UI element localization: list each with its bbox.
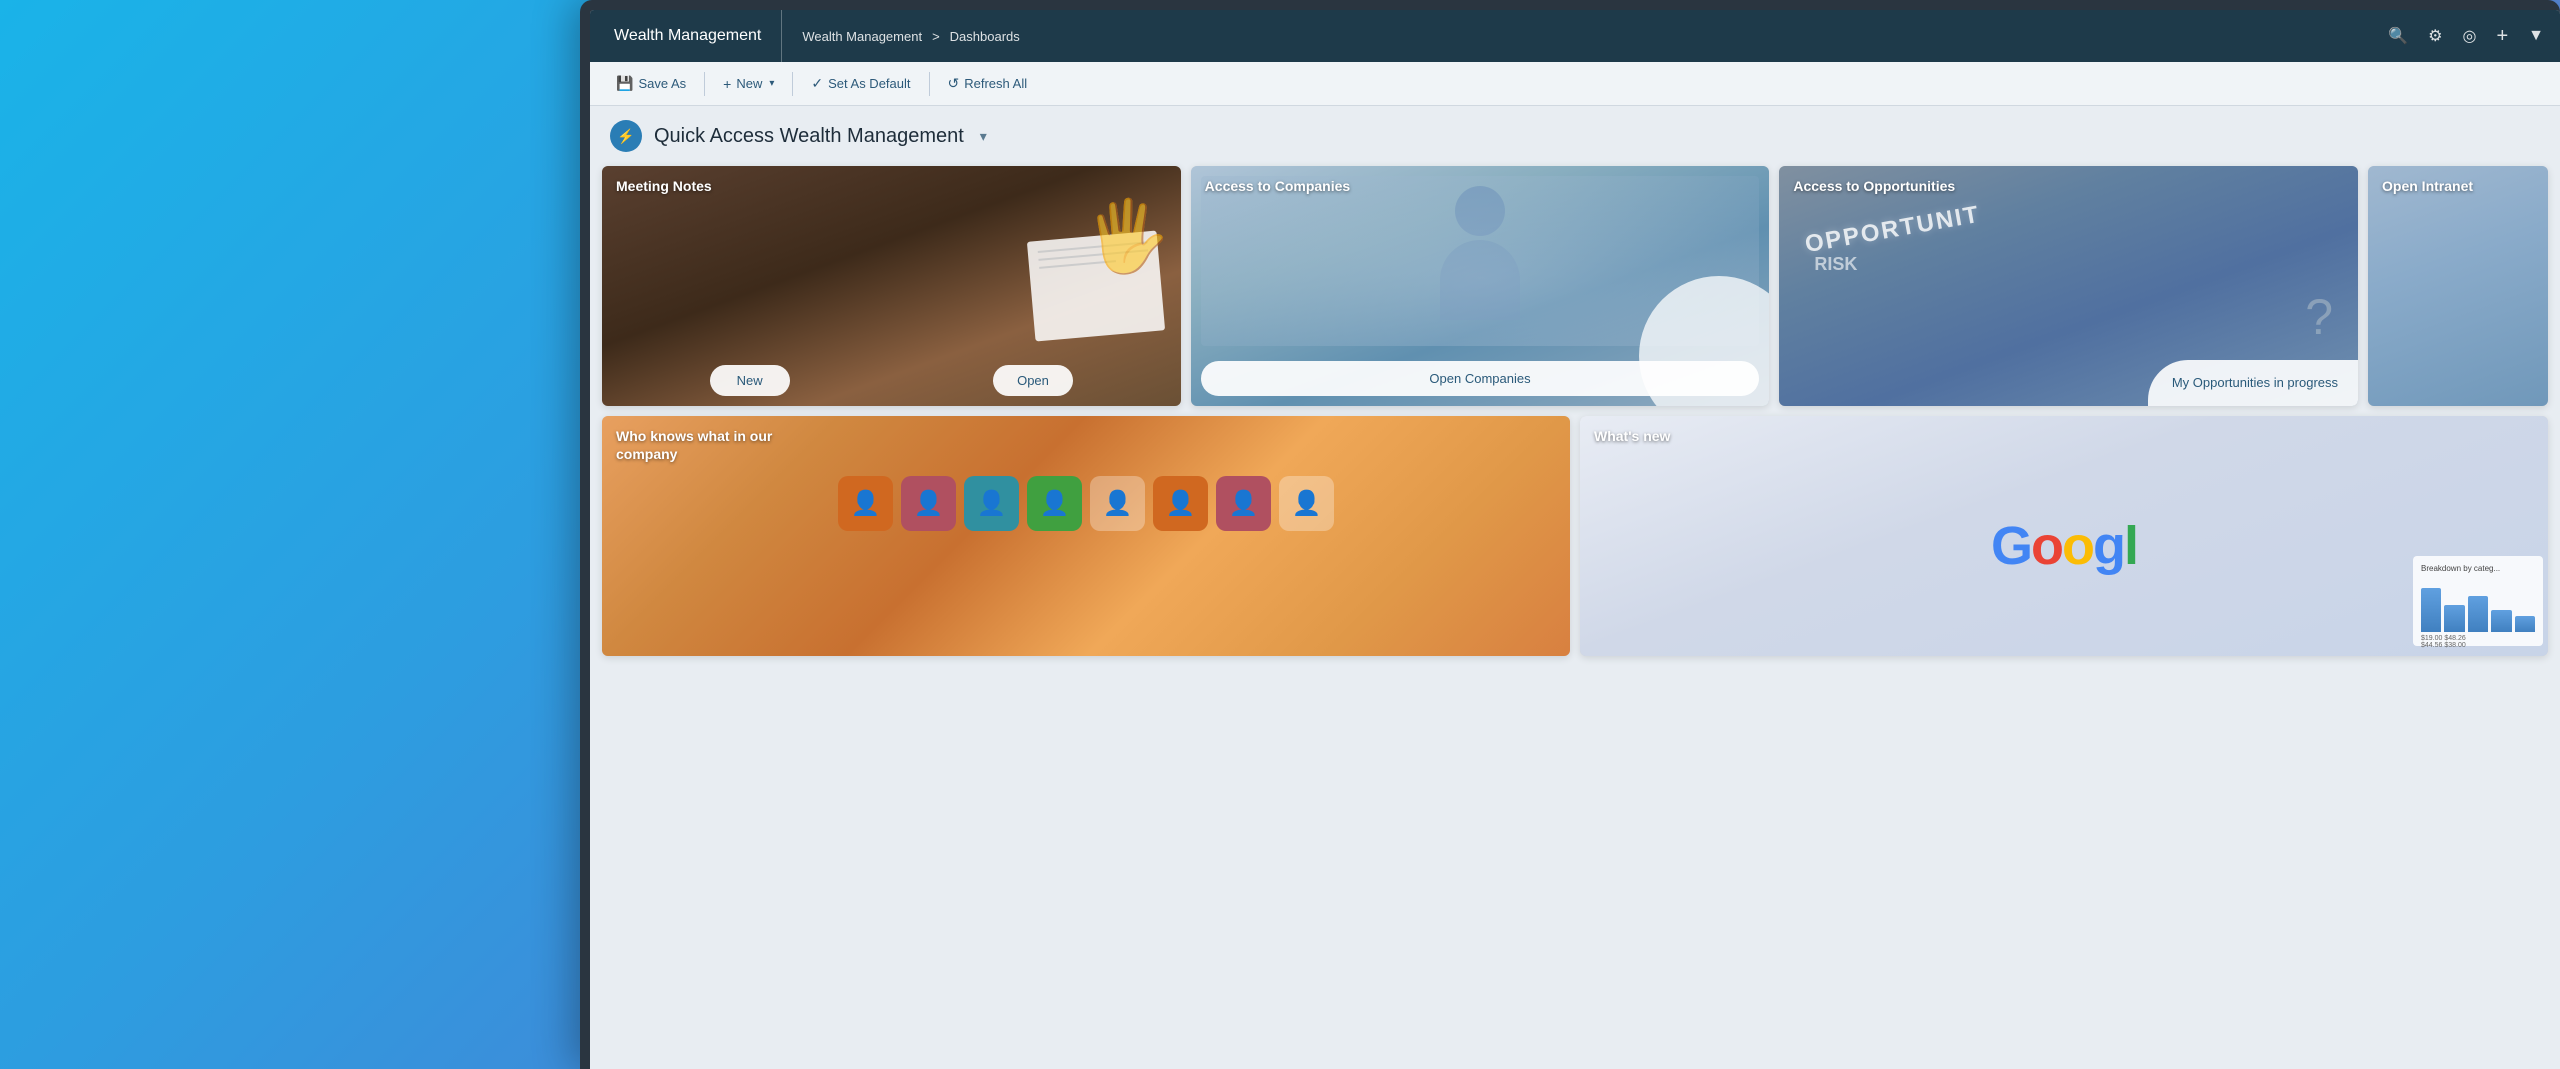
meeting-notes-open-button[interactable]: Open	[993, 365, 1073, 396]
location-icon[interactable]: ◎	[2463, 26, 2477, 46]
refresh-all-button[interactable]: ↺ Refresh All	[938, 70, 1038, 97]
hand-icon: 🖐	[1084, 196, 1171, 278]
new-label: New	[736, 76, 762, 91]
check-icon: ✓	[811, 75, 823, 92]
breadcrumb-page[interactable]: Dashboards	[950, 29, 1020, 44]
companies-label: Access to Companies	[1205, 178, 1351, 194]
toolbar-sep-2	[792, 72, 793, 96]
chalk-decoration: OPPORTUNIT RISK ?	[1794, 196, 2343, 346]
new-dropdown-arrow: ▾	[769, 78, 774, 89]
save-icon: 💾	[616, 75, 633, 92]
meeting-notes-card[interactable]: 🖐 Meeting Notes New Open	[602, 166, 1181, 406]
set-default-label: Set As Default	[828, 76, 910, 91]
meeting-open-label: Open	[1017, 373, 1049, 388]
refresh-all-label: Refresh All	[964, 76, 1027, 91]
my-opportunities-button[interactable]: My Opportunities in progress	[2172, 374, 2338, 392]
new-button[interactable]: + New ▾	[713, 71, 784, 97]
bar-3	[2468, 596, 2488, 632]
whoknows-card[interactable]: 👤 👤 👤 👤 👤 👤 👤 👤 Who knows what in our	[602, 416, 1570, 656]
bar-5	[2515, 616, 2535, 633]
open-companies-label: Open Companies	[1429, 371, 1530, 386]
cards-container: 🖐 Meeting Notes New Open	[590, 166, 2560, 668]
dashboard-header: ⚡ Quick Access Wealth Management ▾	[590, 106, 2560, 166]
intranet-bg	[2368, 166, 2548, 406]
new-plus-icon: +	[723, 76, 731, 92]
save-as-button[interactable]: 💾 Save As	[606, 70, 696, 97]
whoknows-label-line1: Who knows what in our	[616, 428, 772, 444]
breadcrumb: Wealth Management > Dashboards	[782, 29, 1039, 44]
whatsnew-card[interactable]: Googl Breakdown by categ...	[1580, 416, 2548, 656]
breadcrumb-sep: >	[932, 29, 940, 44]
cards-row-2: 👤 👤 👤 👤 👤 👤 👤 👤 Who knows what in our	[602, 416, 2548, 656]
whatsnew-label: What's new	[1594, 428, 1670, 444]
save-as-label: Save As	[638, 76, 686, 91]
people-tiles: 👤 👤 👤 👤 👤 👤 👤 👤	[602, 466, 1570, 656]
meeting-new-label: New	[737, 373, 763, 388]
intranet-label: Open Intranet	[2382, 178, 2473, 194]
open-companies-button[interactable]: Open Companies	[1201, 361, 1760, 396]
intranet-card[interactable]: Open Intranet	[2368, 166, 2548, 406]
nav-right: 🔍 ⚙ ◎ + ▼	[2388, 25, 2544, 48]
dashboard-area: ⚡ Quick Access Wealth Management ▾	[590, 106, 2560, 1069]
toolbar: 💾 Save As + New ▾ ✓ Set As Default ↺ Ref…	[590, 62, 2560, 106]
companies-actions: Open Companies	[1191, 351, 1770, 406]
google-area: Googl	[1590, 456, 2538, 636]
app-title: Wealth Management	[606, 10, 782, 62]
laptop-frame: Wealth Management Wealth Management > Da…	[580, 0, 2560, 1069]
nav-left: Wealth Management Wealth Management > Da…	[606, 10, 1040, 62]
bar-4	[2491, 610, 2511, 632]
settings-icon[interactable]: ⚙	[2428, 26, 2442, 46]
bar-2	[2444, 605, 2464, 633]
meeting-notes-label: Meeting Notes	[616, 178, 712, 194]
my-opp-label: My Opportunities in progress	[2172, 375, 2338, 390]
dashboard-title: Quick Access Wealth Management	[654, 125, 964, 148]
chart-overlay: Breakdown by categ... $19.00 $48.26 $44.…	[2413, 556, 2543, 646]
breadcrumb-app[interactable]: Wealth Management	[802, 29, 922, 44]
search-icon[interactable]: 🔍	[2388, 26, 2408, 46]
toolbar-sep-3	[929, 72, 930, 96]
top-navigation: Wealth Management Wealth Management > Da…	[590, 10, 2560, 62]
set-default-button[interactable]: ✓ Set As Default	[801, 70, 920, 97]
dashboard-icon: ⚡	[610, 120, 642, 152]
meeting-notes-new-button[interactable]: New	[710, 365, 790, 396]
toolbar-sep-1	[704, 72, 705, 96]
refresh-icon: ↺	[948, 75, 960, 92]
whoknows-label-line2: company	[616, 446, 677, 462]
app-title-text: Wealth Management	[614, 27, 761, 45]
screen-content: Wealth Management Wealth Management > Da…	[590, 10, 2560, 1069]
add-icon[interactable]: +	[2496, 25, 2508, 48]
opportunities-card[interactable]: OPPORTUNIT RISK ? Access to Opportunitie…	[1779, 166, 2358, 406]
opportunities-action: My Opportunities in progress	[2148, 360, 2358, 406]
filter-icon[interactable]: ▼	[2528, 27, 2544, 45]
meeting-notes-actions: New Open	[602, 355, 1181, 406]
cards-row-1: 🖐 Meeting Notes New Open	[602, 166, 2548, 406]
bar-1	[2421, 588, 2441, 632]
chart-bars	[2421, 577, 2535, 632]
dashboard-caret[interactable]: ▾	[980, 128, 987, 145]
opportunities-label: Access to Opportunities	[1793, 178, 1955, 194]
companies-card[interactable]: Access to Companies Open Companies	[1191, 166, 1770, 406]
